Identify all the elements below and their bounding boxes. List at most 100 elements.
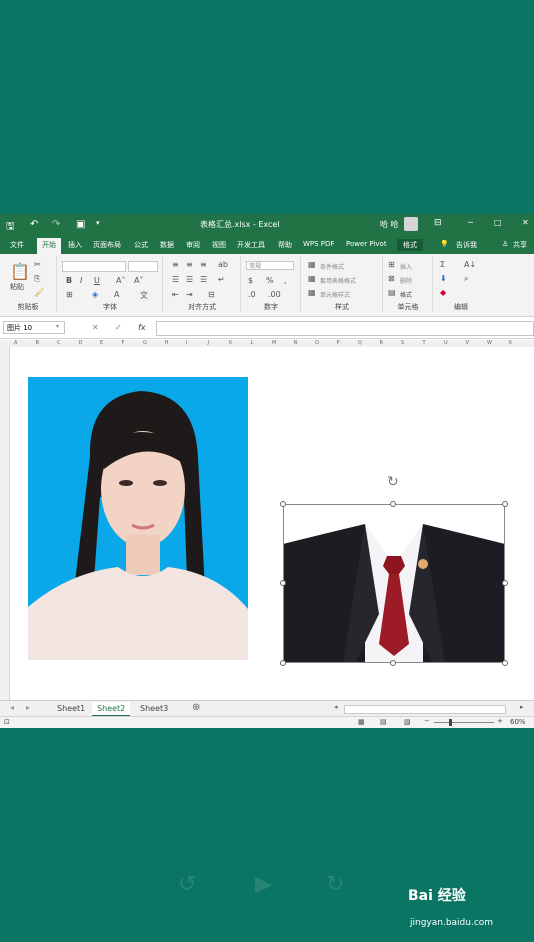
- column-header[interactable]: X: [509, 340, 512, 346]
- column-header[interactable]: R: [380, 340, 383, 346]
- tab-wps-pdf[interactable]: WPS PDF: [303, 240, 334, 248]
- zoom-level[interactable]: 60%: [510, 718, 526, 726]
- percent-icon[interactable]: %: [266, 276, 274, 285]
- delete-cells-button[interactable]: 删除: [400, 276, 412, 285]
- resize-handle[interactable]: [502, 501, 508, 507]
- insert-function-button[interactable]: fx: [138, 323, 146, 332]
- tab-view[interactable]: 视图: [212, 240, 226, 250]
- format-cells-icon[interactable]: ▤: [388, 288, 396, 297]
- increase-indent-icon[interactable]: ⇥: [186, 290, 193, 299]
- column-header[interactable]: C: [57, 340, 61, 346]
- zoom-out-button[interactable]: −: [424, 717, 430, 725]
- resize-handle[interactable]: [390, 501, 396, 507]
- maximize-button[interactable]: □: [494, 218, 502, 227]
- column-header[interactable]: N: [294, 340, 298, 346]
- underline-button[interactable]: U: [94, 276, 100, 285]
- sheet-tab-sheet1[interactable]: Sheet1: [52, 702, 90, 715]
- resize-handle[interactable]: [502, 660, 508, 666]
- column-header[interactable]: J: [208, 340, 209, 346]
- format-painter-icon[interactable]: 🖌: [34, 288, 44, 297]
- align-center-icon[interactable]: ☰: [186, 275, 193, 284]
- cut-icon[interactable]: ✂: [34, 260, 41, 269]
- tab-format[interactable]: 格式: [397, 239, 423, 251]
- bold-button[interactable]: B: [66, 276, 72, 285]
- share-icon[interactable]: ♙: [502, 240, 508, 248]
- next-sheet-icon[interactable]: ▸: [26, 703, 30, 712]
- border-icon[interactable]: ⊞: [66, 290, 73, 299]
- column-header[interactable]: A: [14, 340, 17, 346]
- column-header[interactable]: E: [100, 340, 103, 346]
- align-right-icon[interactable]: ☰: [200, 275, 207, 284]
- number-format-box[interactable]: 常规: [246, 261, 294, 270]
- column-header[interactable]: M: [272, 340, 276, 346]
- scroll-left-icon[interactable]: ◂: [334, 703, 338, 711]
- save-icon[interactable]: 🖫: [6, 219, 15, 236]
- column-header[interactable]: L: [251, 340, 254, 346]
- wrap-text-icon[interactable]: ↵: [218, 275, 225, 284]
- bottom-align-icon[interactable]: ≡: [200, 260, 207, 269]
- tab-developer[interactable]: 开发工具: [237, 240, 265, 250]
- column-header[interactable]: U: [444, 340, 448, 346]
- tab-review[interactable]: 审阅: [186, 240, 200, 250]
- fill-icon[interactable]: ⬇: [440, 274, 447, 283]
- conditional-format-icon[interactable]: ▦: [308, 260, 316, 269]
- find-icon[interactable]: ⌕: [464, 274, 468, 284]
- undo-icon[interactable]: ↶: [30, 219, 38, 230]
- page-break-view-icon[interactable]: ▧: [404, 718, 411, 726]
- italic-button[interactable]: I: [80, 276, 82, 285]
- cell-styles-icon[interactable]: ▦: [308, 288, 316, 297]
- portrait-photo[interactable]: [28, 377, 248, 660]
- sheet-tab-sheet2[interactable]: Sheet2: [92, 702, 131, 717]
- tab-data[interactable]: 数据: [160, 240, 174, 250]
- clear-icon[interactable]: ◆: [440, 288, 446, 297]
- resize-handle[interactable]: [390, 660, 396, 666]
- column-header[interactable]: B: [36, 340, 39, 346]
- column-header[interactable]: H: [165, 340, 169, 346]
- column-header[interactable]: G: [143, 340, 147, 346]
- grow-font-icon[interactable]: A˄: [116, 276, 125, 285]
- sort-filter-icon[interactable]: A↓: [464, 260, 476, 269]
- rotate-handle-icon[interactable]: ↻: [387, 474, 399, 490]
- column-header[interactable]: T: [423, 340, 426, 346]
- page-layout-view-icon[interactable]: ▤: [380, 718, 387, 726]
- zoom-slider[interactable]: [434, 722, 494, 723]
- copy-icon[interactable]: ⎘: [34, 274, 40, 284]
- resize-handle[interactable]: [280, 501, 286, 507]
- decrease-indent-icon[interactable]: ⇤: [172, 290, 179, 299]
- shrink-font-icon[interactable]: A˅: [134, 276, 143, 285]
- column-header[interactable]: O: [315, 340, 319, 346]
- customize-toolbar-icon[interactable]: ▾: [96, 219, 100, 227]
- minimize-button[interactable]: ─: [468, 218, 473, 227]
- redo-icon[interactable]: ↷: [52, 219, 60, 230]
- conditional-format-button[interactable]: 条件格式: [320, 262, 344, 271]
- delete-cells-icon[interactable]: ⊠: [388, 274, 395, 283]
- phonetic-icon[interactable]: 文: [140, 290, 148, 301]
- comma-icon[interactable]: ,: [284, 276, 287, 285]
- tab-insert[interactable]: 插入: [68, 240, 82, 250]
- normal-view-icon[interactable]: ▦: [358, 718, 365, 726]
- autosum-icon[interactable]: Σ: [440, 260, 445, 269]
- column-header[interactable]: V: [466, 340, 469, 346]
- column-header[interactable]: P: [337, 340, 340, 346]
- name-box-dropdown-icon[interactable]: ▾: [56, 323, 59, 330]
- worksheet-grid[interactable]: ↻: [10, 347, 534, 700]
- font-size-box[interactable]: [128, 261, 158, 272]
- lightbulb-icon[interactable]: 💡: [440, 240, 449, 248]
- paste-label[interactable]: 粘贴: [10, 282, 24, 292]
- close-button[interactable]: ✕: [522, 218, 529, 227]
- column-header[interactable]: Q: [358, 340, 362, 346]
- font-name-box[interactable]: [62, 261, 126, 272]
- sheet-tab-sheet3[interactable]: Sheet3: [135, 702, 173, 715]
- tab-help[interactable]: 帮助: [278, 240, 292, 250]
- align-left-icon[interactable]: ☰: [172, 275, 179, 284]
- horizontal-scrollbar[interactable]: [344, 705, 506, 714]
- scroll-right-icon[interactable]: ▸: [520, 703, 524, 711]
- insert-cells-icon[interactable]: ⊞: [388, 260, 395, 269]
- avatar[interactable]: [404, 217, 418, 231]
- macro-record-icon[interactable]: ⊡: [4, 718, 10, 726]
- insert-cells-button[interactable]: 插入: [400, 262, 412, 271]
- orientation-icon[interactable]: ab: [218, 260, 228, 269]
- touch-mode-icon[interactable]: ▣: [76, 219, 85, 230]
- enter-button[interactable]: ✓: [115, 323, 122, 332]
- decrease-decimal-icon[interactable]: .00: [268, 290, 281, 299]
